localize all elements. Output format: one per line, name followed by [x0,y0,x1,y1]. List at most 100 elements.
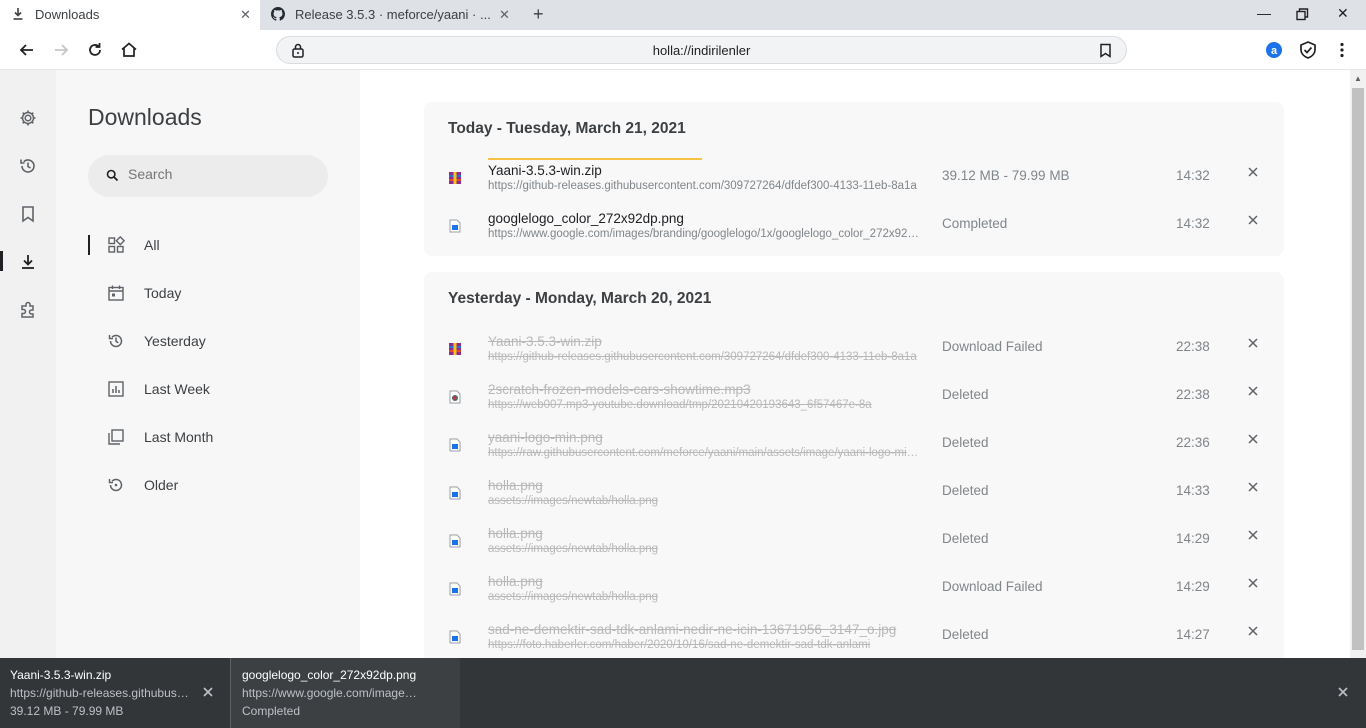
restore-icon [108,478,123,492]
shelf-item-url: https://www.google.com/images/branding [242,686,422,700]
filter-last-month[interactable]: Last Month [88,422,328,452]
shelf-item-url: https://github-releases.githubuserconten… [10,686,190,700]
download-shelf: Yaani-3.5.3-win.zip https://github-relea… [0,658,1366,728]
file-name[interactable]: sad-ne-demektir-sad-tdk-anlami-nedir-ne-… [488,622,896,637]
history-icon [108,334,123,348]
history-icon[interactable] [18,156,38,176]
download-row[interactable]: holla.png assets://images/newtab/holla.p… [424,468,1284,516]
shield-check-icon[interactable] [1298,40,1318,60]
file-name[interactable]: googlelogo_color_272x92dp.png [488,211,684,226]
file-time: 14:27 [1176,627,1210,642]
download-row[interactable]: sad-ne-demektir-sad-tdk-anlami-nedir-ne-… [424,612,1284,658]
close-window-button[interactable]: ✕ [1337,5,1349,22]
close-tab-icon[interactable]: ✕ [240,7,251,23]
file-time: 14:32 [1176,168,1210,183]
file-time: 22:38 [1176,339,1210,354]
downloads-list: Today - Tuesday, March 21, 2021 Yaani-3.… [360,70,1350,658]
filter-older[interactable]: Older [88,470,328,500]
new-tab-button[interactable]: + [533,4,544,25]
account-extension-icon[interactable]: a [1264,40,1284,60]
shelf-item-name: Yaani-3.5.3-win.zip [10,668,112,682]
remove-icon[interactable] [1246,384,1260,398]
more-menu-icon[interactable] [1332,40,1352,60]
group-title: Yesterday - Monday, March 20, 2021 [448,290,712,307]
close-icon[interactable] [202,686,214,698]
file-status: Deleted [942,387,989,402]
download-group-today: Today - Tuesday, March 21, 2021 Yaani-3.… [424,102,1284,256]
tab-downloads[interactable]: Downloads ✕ [0,0,260,30]
download-row[interactable]: 2scratch-frozen-models-cars-showtime.mp3… [424,372,1284,420]
tab-github-release[interactable]: Release 3.5.3 · meforce/yaani · ... ✕ [260,0,518,30]
shelf-item[interactable]: Yaani-3.5.3-win.zip https://github-relea… [0,658,230,728]
filter-last-week[interactable]: Last Week [88,374,328,404]
remove-icon[interactable] [1246,432,1260,446]
filter-label: Last Month [144,429,214,445]
filter-today[interactable]: Today [88,278,328,308]
search-input[interactable] [128,166,308,182]
file-url[interactable]: https://foto.haberler.com/haber/2020/10/… [488,639,924,651]
shelf-item-name: googlelogo_color_272x92dp.png [242,668,417,682]
image-file-icon [449,219,461,233]
remove-icon[interactable] [1246,165,1260,179]
copy-icon [108,429,124,445]
address-bar[interactable]: holla://indirilenler [276,36,1127,64]
download-row[interactable]: yaani-logo-min.png https://raw.githubuse… [424,420,1284,468]
tab-title: Downloads [35,7,100,22]
tab-title: Release 3.5.3 · meforce/yaani · ... [295,7,491,22]
file-name[interactable]: holla.png [488,526,543,541]
file-url[interactable]: assets://images/newtab/holla.png [488,495,924,507]
bookmark-icon[interactable] [18,204,38,224]
file-url[interactable]: assets://images/newtab/holla.png [488,543,924,555]
download-row[interactable]: Yaani-3.5.3-win.zip https://github-relea… [424,153,1284,201]
download-row[interactable]: holla.png assets://images/newtab/holla.p… [424,564,1284,612]
download-row[interactable]: holla.png assets://images/newtab/holla.p… [424,516,1284,564]
file-name[interactable]: Yaani-3.5.3-win.zip [488,334,602,349]
bookmark-star-icon[interactable] [1099,43,1112,58]
scrollbar-thumb[interactable] [1352,88,1364,650]
file-url[interactable]: https://github-releases.githubuserconten… [488,351,924,363]
download-row[interactable]: googlelogo_color_272x92dp.png https://ww… [424,201,1284,249]
remove-icon[interactable] [1246,528,1260,542]
close-shelf-icon[interactable] [1337,686,1349,698]
file-status: Deleted [942,627,989,642]
forward-arrow-icon[interactable] [51,40,71,60]
file-time: 14:29 [1176,579,1210,594]
extension-icon[interactable] [18,300,38,320]
vertical-scrollbar[interactable]: ▲ [1350,70,1366,658]
remove-icon[interactable] [1246,213,1260,227]
filter-yesterday[interactable]: Yesterday [88,326,328,356]
remove-icon[interactable] [1246,576,1260,590]
remove-icon[interactable] [1246,336,1260,350]
download-icon[interactable] [18,252,38,272]
back-arrow-icon[interactable] [17,40,37,60]
file-name[interactable]: yaani-logo-min.png [488,430,603,445]
file-url[interactable]: https://web007.mp3-youtube.download/tmp/… [488,399,924,411]
reload-icon[interactable] [85,40,105,60]
file-url[interactable]: assets://images/newtab/holla.png [488,591,924,603]
shelf-item[interactable]: googlelogo_color_272x92dp.png https://ww… [230,658,460,728]
filter-all[interactable]: All [88,230,328,260]
settings-icon[interactable] [18,108,38,128]
tab-strip: Downloads ✕ Release 3.5.3 · meforce/yaan… [0,0,1366,30]
search-box[interactable] [88,155,328,197]
minimize-button[interactable]: — [1257,5,1271,21]
file-time: 14:29 [1176,531,1210,546]
file-name[interactable]: Yaani-3.5.3-win.zip [488,163,602,178]
home-icon[interactable] [119,40,139,60]
url-text: holla://indirilenler [652,43,751,58]
close-tab-icon[interactable]: ✕ [499,7,510,23]
file-url[interactable]: https://raw.githubusercontent.com/meforc… [488,447,924,459]
file-name[interactable]: 2scratch-frozen-models-cars-showtime.mp3 [488,382,751,397]
restore-window-icon[interactable] [1296,8,1309,21]
file-url[interactable]: https://www.google.com/images/branding/g… [488,228,924,240]
image-file-icon [449,438,461,452]
remove-icon[interactable] [1246,624,1260,638]
scroll-up-arrow-icon[interactable]: ▲ [1354,74,1362,83]
download-row[interactable]: Yaani-3.5.3-win.zip https://github-relea… [424,324,1284,372]
remove-icon[interactable] [1246,480,1260,494]
image-file-icon [449,486,461,500]
active-indicator [0,251,3,271]
file-name[interactable]: holla.png [488,574,543,589]
file-url[interactable]: https://github-releases.githubuserconten… [488,180,924,192]
file-name[interactable]: holla.png [488,478,543,493]
